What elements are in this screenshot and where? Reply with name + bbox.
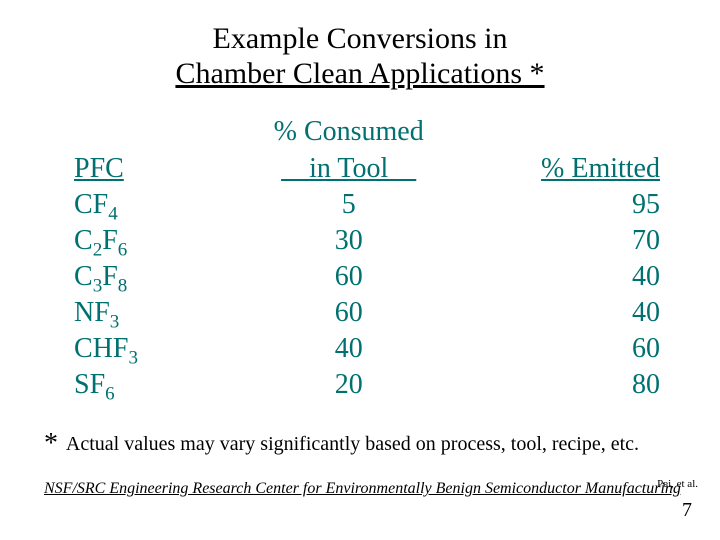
- footnote-star: *: [44, 428, 58, 459]
- column-consumed: % Consumed in Tool 5 30 60 60 40 20: [230, 115, 468, 403]
- table-row: NF3: [74, 295, 230, 331]
- consumed-value: 20: [335, 367, 363, 403]
- table-row: 40: [468, 295, 660, 331]
- emitted-value: 70: [632, 223, 660, 259]
- page-number: 7: [682, 499, 692, 522]
- title-line-2: Chamber Clean Applications *: [0, 57, 720, 92]
- table-row: 95: [468, 187, 660, 223]
- table-row: SF6: [74, 367, 230, 403]
- pfc-formula: CHF3: [74, 331, 138, 367]
- table-row: C3F8: [74, 259, 230, 295]
- emitted-value: 80: [632, 367, 660, 403]
- consumed-value: 60: [335, 295, 363, 331]
- pfc-formula: C3F8: [74, 259, 127, 295]
- table-row: 60: [230, 295, 468, 331]
- table-row: C2F6: [74, 223, 230, 259]
- header-emitted-text: % Emitted: [468, 151, 660, 187]
- table-row: 40: [230, 331, 468, 367]
- table-row: 20: [230, 367, 468, 403]
- footnote-text: Actual values may vary significantly bas…: [66, 433, 639, 455]
- consumed-value: 5: [342, 187, 356, 223]
- header-consumed-l2: in Tool: [230, 151, 468, 187]
- consumed-value: 30: [335, 223, 363, 259]
- emitted-value: 60: [632, 331, 660, 367]
- table-row: CHF3: [74, 331, 230, 367]
- title-line-1: Example Conversions in: [0, 22, 720, 57]
- column-emitted: % Emitted 95 70 40 40 60 80: [468, 115, 720, 403]
- header-pfc-text: PFC: [74, 151, 230, 187]
- table-row: 60: [468, 331, 660, 367]
- emitted-value: 40: [632, 259, 660, 295]
- footnote: * Actual values may vary significantly b…: [44, 428, 639, 460]
- header-consumed: % Consumed in Tool: [230, 115, 468, 187]
- emitted-value: 95: [632, 187, 660, 223]
- consumed-value: 40: [335, 331, 363, 367]
- header-emitted: % Emitted: [468, 115, 660, 187]
- emitted-value: 40: [632, 295, 660, 331]
- table-row: CF4: [74, 187, 230, 223]
- center-credit: NSF/SRC Engineering Research Center for …: [44, 480, 681, 498]
- consumed-value: 60: [335, 259, 363, 295]
- pfc-formula: SF6: [74, 367, 115, 403]
- table-row: 60: [230, 259, 468, 295]
- table-row: 80: [468, 367, 660, 403]
- table-row: 30: [230, 223, 468, 259]
- slide: Example Conversions in Chamber Clean App…: [0, 0, 720, 540]
- column-pfc: PFC CF4 C2F6 C3F8 NF3 CHF3 SF6: [0, 115, 230, 403]
- pfc-formula: NF3: [74, 295, 119, 331]
- slide-title: Example Conversions in Chamber Clean App…: [0, 0, 720, 91]
- header-pfc: PFC: [74, 115, 230, 187]
- citation: Pei, et al.: [657, 478, 698, 490]
- table-row: 70: [468, 223, 660, 259]
- table-row: 40: [468, 259, 660, 295]
- pfc-formula: CF4: [74, 187, 118, 223]
- conversion-table: PFC CF4 C2F6 C3F8 NF3 CHF3 SF6 % Co: [0, 115, 720, 403]
- header-consumed-l1: % Consumed: [230, 114, 468, 150]
- pfc-formula: C2F6: [74, 223, 127, 259]
- table-row: 5: [230, 187, 468, 223]
